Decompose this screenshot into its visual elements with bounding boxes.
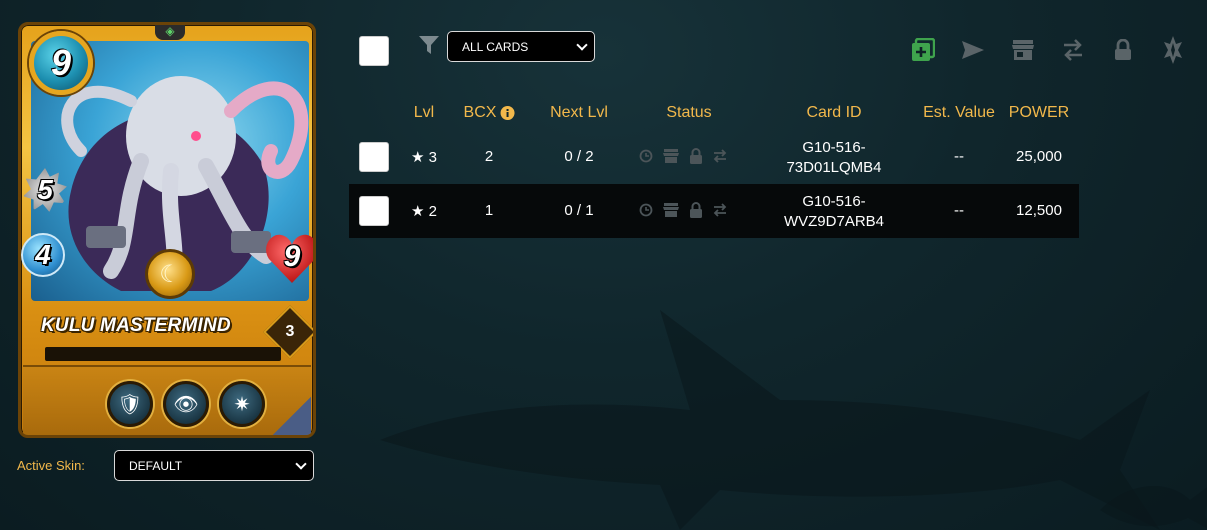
header-est-value: Est. Value — [923, 104, 995, 121]
monster-card[interactable]: ◈ 9 5 4 9 ☾ KULU MASTERMIND 3 🛡 👁 ✷ — [18, 22, 316, 438]
shark-silhouette — [380, 310, 1160, 530]
lock-icon — [1115, 39, 1131, 60]
header-lvl: Lvl — [413, 104, 435, 121]
row-checkbox[interactable] — [359, 196, 389, 226]
market-icon — [1012, 40, 1034, 60]
row-est-value: -- — [954, 148, 964, 165]
row-next-lvl: 0 / 2 — [564, 148, 594, 165]
lock-button[interactable] — [1109, 36, 1137, 64]
clock-icon — [639, 149, 653, 163]
ability-taunt-icon[interactable]: 🛡 — [107, 381, 153, 427]
send-button[interactable] — [959, 36, 987, 64]
transfer-icon — [1064, 39, 1082, 61]
row-checkbox[interactable] — [359, 142, 389, 172]
row-lvl: ★ 3 — [411, 149, 437, 166]
active-skin-select[interactable]: DEFAULT — [114, 450, 314, 481]
table-row[interactable]: ★ 3 2 0 / 2 G10-516- 73D01LQMB4 -- 25,00… — [349, 130, 1079, 184]
health-value: 9 — [283, 240, 301, 273]
row-lvl: ★ 2 — [411, 203, 437, 220]
send-icon — [962, 41, 984, 59]
card-copies-table: Lvl BCX Next Lvl Status Card ID Est. Val… — [349, 96, 1079, 238]
header-power: POWER — [1008, 104, 1070, 121]
header-bcx: BCX — [464, 104, 515, 122]
sell-market-button[interactable] — [1009, 36, 1037, 64]
lock-icon — [690, 202, 702, 218]
select-all-checkbox[interactable] — [359, 36, 389, 66]
row-bcx: 1 — [484, 202, 494, 219]
card-filter-select[interactable]: ALL CARDS — [447, 31, 595, 62]
ability-blast-icon[interactable]: ✷ — [219, 381, 265, 427]
active-skin-value: DEFAULT — [129, 458, 183, 473]
header-status: Status — [666, 104, 712, 121]
card-name: KULU MASTERMIND — [41, 315, 231, 336]
transfer-icon — [713, 203, 727, 217]
header-next-lvl: Next Lvl — [550, 104, 608, 121]
row-status — [639, 202, 727, 218]
card-filter-value: ALL CARDS — [462, 39, 529, 54]
row-est-value: -- — [954, 202, 964, 219]
table-header: Lvl BCX Next Lvl Status Card ID Est. Val… — [349, 96, 1079, 130]
row-card-id-prefix: G10-516- — [802, 139, 866, 156]
transfer-icon — [713, 149, 727, 163]
burn-icon — [1164, 36, 1182, 64]
edition-gem-icon: ◈ — [155, 25, 185, 40]
add-to-deck-icon — [912, 38, 935, 61]
burn-button[interactable] — [1159, 36, 1187, 64]
row-card-id-prefix: G10-516- — [802, 193, 866, 210]
row-card-id-suffix: WVZ9D7ARB4 — [783, 213, 885, 230]
chain-corner-icon — [271, 397, 311, 435]
filter-icon — [419, 36, 439, 54]
clock-icon — [639, 203, 653, 217]
chevron-down-icon — [576, 39, 588, 51]
header-bcx-label: BCX — [463, 104, 497, 121]
speed-stat: 4 — [21, 233, 65, 277]
transfer-button[interactable] — [1059, 36, 1087, 64]
market-icon — [663, 203, 679, 217]
lock-icon — [690, 148, 702, 164]
row-card-id: G10-516- 73D01LQMB4 — [786, 138, 881, 178]
table-row[interactable]: ★ 2 1 0 / 1 G10-516- WVZ9D7ARB4 -- 12,50… — [349, 184, 1079, 238]
active-skin-label: Active Skin: — [17, 458, 85, 473]
row-status — [639, 148, 727, 164]
row-power: 25,000 — [1016, 148, 1062, 165]
row-card-id-suffix: 73D01LQMB4 — [786, 159, 882, 176]
ability-tray: 🛡 👁 ✷ — [23, 365, 311, 435]
row-power: 12,500 — [1016, 202, 1062, 219]
market-icon — [663, 149, 679, 163]
info-icon[interactable] — [500, 106, 515, 120]
row-bcx: 2 — [484, 148, 494, 165]
xp-bar — [45, 347, 281, 361]
header-card-id: Card ID — [806, 104, 862, 121]
mana-cost: 9 — [29, 31, 93, 95]
row-next-lvl: 0 / 1 — [564, 202, 594, 219]
chevron-down-icon — [295, 458, 307, 470]
splinter-emblem-icon: ☾ — [145, 249, 195, 299]
add-to-deck-button[interactable] — [909, 36, 937, 64]
card-level: 3 — [285, 323, 295, 340]
row-card-id: G10-516- WVZ9D7ARB4 — [784, 192, 884, 232]
fish-silhouette — [1100, 486, 1207, 529]
ability-true-strike-icon[interactable]: 👁 — [163, 381, 209, 427]
